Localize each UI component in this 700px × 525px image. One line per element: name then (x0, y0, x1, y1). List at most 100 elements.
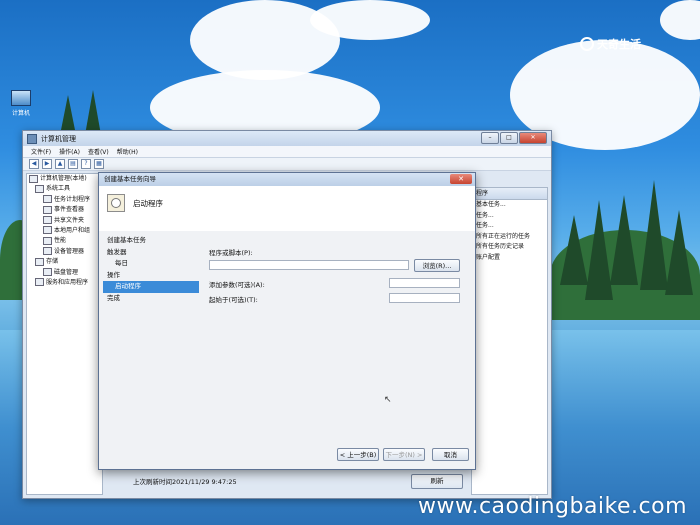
tree (85, 90, 101, 135)
site-logo: 天奇生活 (580, 36, 641, 52)
tree (610, 195, 638, 285)
next-button[interactable]: 下一步(N) > (383, 448, 425, 461)
logo-mark-icon (580, 37, 594, 51)
tree (60, 95, 76, 135)
actions-header[interactable]: 程序 (472, 188, 547, 200)
console-tree: 计算机管理(本地) 系统工具 任务计划程序 事件查看器 共享文件夹 本地用户和组… (26, 173, 103, 495)
tree (640, 180, 668, 290)
show-hide-tree-icon[interactable]: ▤ (68, 159, 78, 169)
minimize-button[interactable]: – (481, 132, 499, 144)
step-daily[interactable]: 每日 (103, 258, 199, 270)
folder-icon (43, 216, 52, 225)
tree-item-system-tools[interactable]: 系统工具 (27, 184, 102, 194)
performance-icon (43, 236, 52, 245)
computer-icon (11, 90, 31, 106)
services-icon (35, 278, 44, 287)
tree-item-root[interactable]: 计算机管理(本地) (27, 174, 102, 184)
event-viewer-icon (43, 205, 52, 214)
device-manager-icon (43, 247, 52, 256)
action-create-basic-task[interactable]: 基本任务... (472, 200, 547, 211)
cloud (660, 0, 700, 40)
action-running-tasks[interactable]: 所有正在运行的任务 (472, 232, 547, 243)
menu-action[interactable]: 操作(A) (59, 147, 80, 156)
actions-pane: 程序 基本任务... 任务... 任务... 所有正在运行的任务 所有任务历史记… (471, 187, 548, 495)
program-label: 程序或脚本(P): (209, 249, 253, 257)
wizard-body: 创建基本任务 触发器 每日 操作 启动程序 完成 程序或脚本(P): 浏览(R)… (99, 231, 475, 469)
disk-icon (43, 268, 52, 277)
args-label: 添加参数(可选)(A): (209, 281, 265, 289)
tree (665, 210, 693, 295)
up-folder-icon[interactable]: ▲ (55, 159, 65, 169)
menu-file[interactable]: 文件(F) (31, 147, 51, 156)
tree (585, 200, 613, 300)
mouse-cursor-icon: ↖ (384, 395, 392, 405)
args-input[interactable] (389, 278, 460, 288)
tree-label: 计算机管理(本地) (40, 175, 87, 182)
menu-help[interactable]: 帮助(H) (117, 147, 138, 156)
back-arrow-icon[interactable]: ◀ (29, 159, 39, 169)
program-input[interactable] (209, 260, 409, 270)
wizard-close-button[interactable]: ✕ (450, 174, 472, 184)
window-title: 计算机管理 (41, 134, 76, 143)
tree-label: 共享文件夹 (54, 216, 85, 224)
tree-label: 本地用户和组 (54, 226, 91, 234)
step-action[interactable]: 操作 (103, 270, 199, 282)
tree-item-services-apps[interactable]: 服务和应用程序 (27, 278, 102, 288)
cancel-button[interactable]: 取消 (432, 448, 469, 461)
wizard-steps: 创建基本任务 触发器 每日 操作 启动程序 完成 (103, 235, 199, 304)
storage-icon (35, 257, 44, 266)
tree-label: 系统工具 (46, 185, 71, 193)
step-trigger[interactable]: 触发器 (103, 247, 199, 259)
tree-item-shared-folders[interactable]: 共享文件夹 (27, 216, 102, 226)
users-icon (43, 226, 52, 235)
tree (560, 215, 588, 285)
step-create-basic-task[interactable]: 创建基本任务 (103, 235, 199, 247)
properties-icon[interactable]: ▦ (94, 159, 104, 169)
tree-item-task-scheduler[interactable]: 任务计划程序 (27, 195, 102, 205)
cloud (310, 0, 430, 40)
maximize-button[interactable]: □ (500, 132, 518, 144)
help-icon[interactable]: ? (81, 159, 91, 169)
start-in-input[interactable] (389, 293, 460, 303)
logo-text: 天奇生活 (597, 38, 641, 51)
wizard-titlebar[interactable]: 创建基本任务向导 (99, 173, 475, 186)
menu-view[interactable]: 查看(V) (88, 147, 109, 156)
tree-item-event-viewer[interactable]: 事件查看器 (27, 205, 102, 215)
computer-desktop-icon[interactable]: 计算机 (6, 90, 36, 117)
action-task-history[interactable]: 所有任务历史记录 (472, 242, 547, 253)
menu-bar: 文件(F) 操作(A) 查看(V) 帮助(H) (23, 146, 551, 158)
wizard-page-title: 启动程序 (133, 199, 163, 208)
tools-icon (35, 184, 44, 193)
computer-management-icon (27, 133, 37, 144)
tree-label: 磁盘管理 (54, 268, 79, 276)
back-button[interactable]: < 上一步(B) (337, 448, 379, 461)
tree-label: 设备管理器 (54, 247, 85, 255)
tree-label: 服务和应用程序 (46, 278, 89, 286)
site-watermark: www.caodingbaike.com (418, 494, 688, 519)
refresh-button[interactable]: 刷新 (411, 474, 463, 489)
forward-arrow-icon[interactable]: ▶ (42, 159, 52, 169)
task-clock-icon (107, 194, 125, 212)
start-in-label: 起始于(可选)(T): (209, 296, 258, 304)
action-import-task[interactable]: 任务... (472, 221, 547, 232)
step-start-program[interactable]: 启动程序 (103, 281, 199, 293)
tree-item-device-manager[interactable]: 设备管理器 (27, 247, 102, 257)
computer-management-icon (29, 174, 38, 183)
tree-item-storage[interactable]: 存储 (27, 257, 102, 267)
tree-label: 任务计划程序 (54, 195, 91, 203)
toolbar: ◀ ▶ ▲ ▤ ? ▦ (23, 158, 551, 171)
tree-item-performance[interactable]: 性能 (27, 236, 102, 246)
window-titlebar[interactable]: 计算机管理 (23, 131, 551, 146)
action-create-task[interactable]: 任务... (472, 211, 547, 222)
action-account-config[interactable]: 账户配置 (472, 253, 547, 264)
clock-icon (43, 195, 52, 204)
window-controls: – □ ✕ (481, 132, 547, 144)
tree-item-local-users[interactable]: 本地用户和组 (27, 226, 102, 236)
tree-label: 性能 (54, 237, 67, 245)
close-button[interactable]: ✕ (519, 132, 547, 144)
browse-button[interactable]: 浏览(R)... (414, 259, 460, 272)
computer-icon-label: 计算机 (11, 110, 30, 117)
step-finish[interactable]: 完成 (103, 293, 199, 305)
last-refresh-text: 上次刷新时间2021/11/29 9:47:25 (133, 478, 237, 486)
tree-item-disk-management[interactable]: 磁盘管理 (27, 268, 102, 278)
